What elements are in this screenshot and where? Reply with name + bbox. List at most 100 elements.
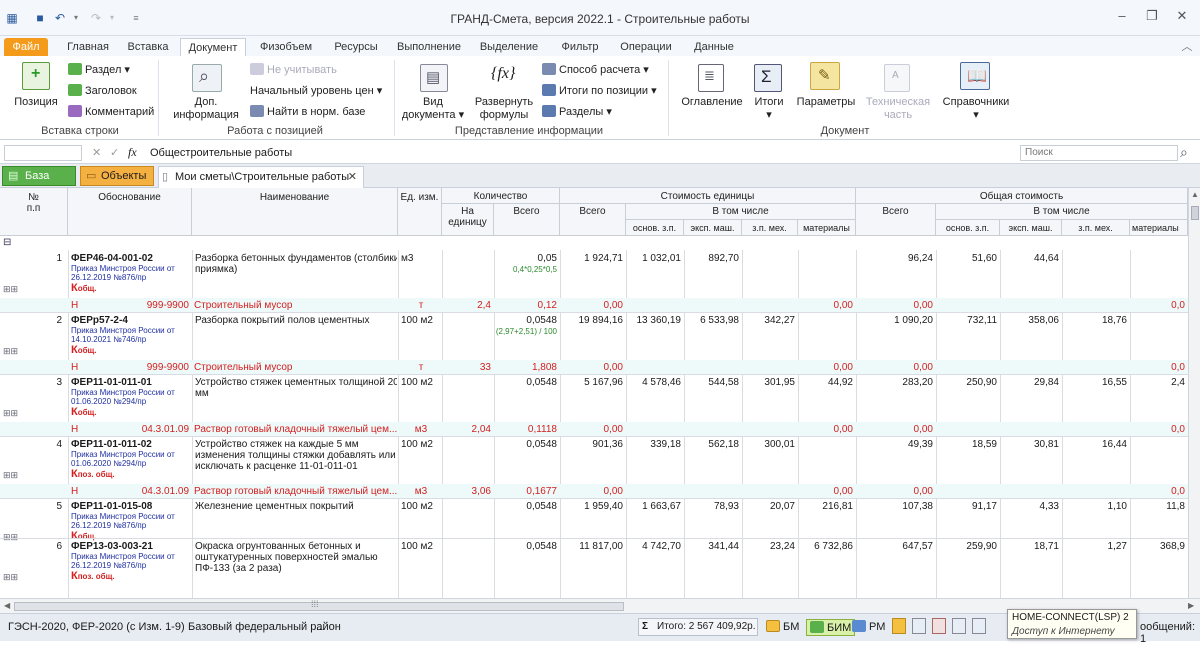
- objects-tab[interactable]: ▭ Объекты: [80, 166, 154, 186]
- undo-icon[interactable]: ↶: [52, 10, 68, 26]
- tab-home[interactable]: Главная: [60, 38, 116, 56]
- position-icon[interactable]: +: [22, 62, 50, 90]
- more-status[interactable]: ...: [316, 621, 325, 633]
- scroll-up-icon[interactable]: ▲: [1191, 190, 1199, 199]
- sections-dropdown[interactable]: Разделы ▾: [542, 105, 612, 118]
- row-name[interactable]: изменения толщины стяжки добавлять или: [195, 450, 397, 461]
- bm-toggle[interactable]: БМ: [766, 620, 799, 633]
- name-box[interactable]: [4, 145, 82, 161]
- tab-insert[interactable]: Вставка: [122, 38, 174, 56]
- row-name[interactable]: Разборка покрытий полов цементных: [195, 315, 397, 326]
- norm-base-status[interactable]: ГЭСН-2020, ФЕР-2020 (с Изм. 1-9): [8, 621, 185, 633]
- row-name[interactable]: Устройство стяжек на каждые 5 мм: [195, 439, 397, 450]
- row-code[interactable]: ФЕР11-01-011-02: [71, 439, 191, 450]
- redo-icon[interactable]: ↷: [88, 10, 104, 26]
- contents-icon[interactable]: ≣: [698, 64, 724, 92]
- status-tool-icon[interactable]: [912, 618, 926, 634]
- expand-icon[interactable]: ⊞⊞: [3, 408, 18, 419]
- bim-toggle[interactable]: БИМ: [806, 619, 856, 636]
- row-code[interactable]: ФЕРр57-2-4: [71, 315, 191, 326]
- vertical-scroll-thumb[interactable]: [1191, 206, 1199, 220]
- totals-by-position-dropdown[interactable]: Итоги по позиции ▾: [542, 84, 657, 97]
- formula-input[interactable]: Общестроительные работы: [146, 145, 1014, 161]
- rm-toggle[interactable]: РМ: [852, 620, 885, 633]
- tab-file[interactable]: Файл: [4, 38, 48, 56]
- tech-part-icon[interactable]: A: [884, 64, 910, 92]
- header-button[interactable]: Заголовок: [68, 84, 137, 97]
- document-view-icon[interactable]: ▤: [420, 64, 448, 92]
- row-name[interactable]: ПФ-133 (за 2 раза): [195, 563, 397, 574]
- minimize-icon[interactable]: –: [1110, 8, 1134, 26]
- extra-info-button[interactable]: Доп. информация: [168, 96, 244, 122]
- totals-icon[interactable]: Σ: [754, 64, 782, 92]
- tab-data[interactable]: Данные: [686, 38, 742, 56]
- expand-formulas-button[interactable]: Развернуть формулы: [470, 96, 538, 122]
- tab-filter[interactable]: Фильтр: [552, 38, 608, 56]
- references-button[interactable]: Справочники ▾: [940, 96, 1012, 122]
- price-level-dropdown[interactable]: Начальный уровень цен ▾: [250, 84, 382, 97]
- parameters-icon[interactable]: ✎: [810, 62, 840, 90]
- accept-icon[interactable]: ✓: [110, 146, 119, 159]
- row-name[interactable]: Разборка бетонных фундаментов (столбики: [195, 253, 397, 264]
- find-norm-button[interactable]: Найти в норм. базе: [250, 105, 365, 118]
- parameters-button[interactable]: Параметры: [794, 96, 858, 109]
- customize-toolbar-icon[interactable]: ≡: [128, 10, 144, 26]
- tab-document[interactable]: Документ: [180, 38, 246, 56]
- row-code[interactable]: ФЕР13-03-003-21: [71, 541, 191, 552]
- scroll-right-icon[interactable]: ▶: [1188, 601, 1194, 610]
- tab-execution[interactable]: Выполнение: [394, 38, 464, 56]
- status-tool-icon[interactable]: [952, 618, 966, 634]
- section-button[interactable]: Раздел ▾: [68, 63, 130, 76]
- references-icon[interactable]: 📖: [960, 62, 990, 90]
- tab-operations[interactable]: Операции: [614, 38, 678, 56]
- row-name[interactable]: приямка): [195, 264, 397, 275]
- row-name[interactable]: оштукатуренных поверхностей эмалью: [195, 552, 397, 563]
- base-tab[interactable]: ▤ База: [2, 166, 76, 186]
- collapse-section-icon[interactable]: ⊟: [3, 237, 11, 249]
- tech-part-button[interactable]: Техническая часть: [862, 96, 934, 122]
- restore-icon[interactable]: ❐: [1140, 8, 1164, 26]
- horizontal-scroll-thumb[interactable]: ⁞⁞⁞: [14, 599, 624, 611]
- row-name[interactable]: мм: [195, 388, 397, 399]
- tab-selection[interactable]: Выделение: [474, 38, 544, 56]
- document-view-button[interactable]: Вид документа ▾: [400, 96, 466, 122]
- comment-button[interactable]: Комментарий: [68, 105, 154, 118]
- status-tool-icon[interactable]: [932, 618, 946, 634]
- vertical-scrollbar[interactable]: ▲: [1188, 188, 1200, 598]
- expand-icon[interactable]: ⊞⊞: [3, 470, 18, 481]
- cancel-icon[interactable]: ✕: [92, 146, 101, 159]
- row-code[interactable]: ФЕР11-01-011-01: [71, 377, 191, 388]
- current-estimate-tab[interactable]: ▯ Мои сметы\Строительные работы ✕: [158, 166, 364, 188]
- magnifier-icon[interactable]: ⌕: [192, 64, 222, 92]
- search-icon[interactable]: ⌕: [1180, 144, 1188, 161]
- tab-resources[interactable]: Ресурсы: [326, 38, 386, 56]
- tab-physvolume[interactable]: Физобъем: [252, 38, 320, 56]
- formula-icon[interactable]: {fx}: [488, 62, 518, 90]
- row-name[interactable]: Окраска огрунтованных бетонных и: [195, 541, 397, 552]
- row-name[interactable]: Устройство стяжек цементных толщиной 20: [195, 377, 397, 388]
- messages-status[interactable]: ообщений: 1: [1140, 621, 1200, 645]
- close-icon[interactable]: ✕: [1170, 8, 1194, 26]
- contents-button[interactable]: Оглавление: [680, 96, 744, 109]
- ignore-button[interactable]: Не учитывать: [250, 63, 337, 76]
- collapse-ribbon-icon[interactable]: ︿: [1180, 38, 1194, 56]
- expand-icon[interactable]: ⊞⊞: [3, 346, 18, 357]
- save-icon[interactable]: ■: [32, 10, 48, 26]
- position-button[interactable]: Позиция: [8, 96, 64, 109]
- row-name[interactable]: исключать к расценке 11-01-011-01: [195, 461, 397, 472]
- search-input[interactable]: Поиск: [1020, 145, 1178, 161]
- expand-icon[interactable]: ⊞⊞: [3, 284, 18, 295]
- expand-icon[interactable]: ⊞⊞: [3, 572, 18, 583]
- resource-name: Раствор готовый кладочный тяжелый цем...: [194, 424, 398, 435]
- totals-button[interactable]: Итоги ▾: [748, 96, 790, 122]
- row-code[interactable]: ФЕР46-04-001-02: [71, 253, 191, 264]
- scroll-left-icon[interactable]: ◀: [4, 601, 10, 610]
- row-name[interactable]: Железнение цементных покрытий: [195, 501, 397, 512]
- status-tool-icon[interactable]: [972, 618, 986, 634]
- close-tab-icon[interactable]: ✕: [348, 167, 357, 187]
- status-tool-icon[interactable]: [892, 618, 906, 634]
- row-code[interactable]: ФЕР11-01-015-08: [71, 501, 191, 512]
- undo-dropdown-icon[interactable]: ▾: [68, 10, 84, 26]
- calc-method-dropdown[interactable]: Способ расчета ▾: [542, 63, 649, 76]
- redo-dropdown-icon[interactable]: ▾: [104, 10, 120, 26]
